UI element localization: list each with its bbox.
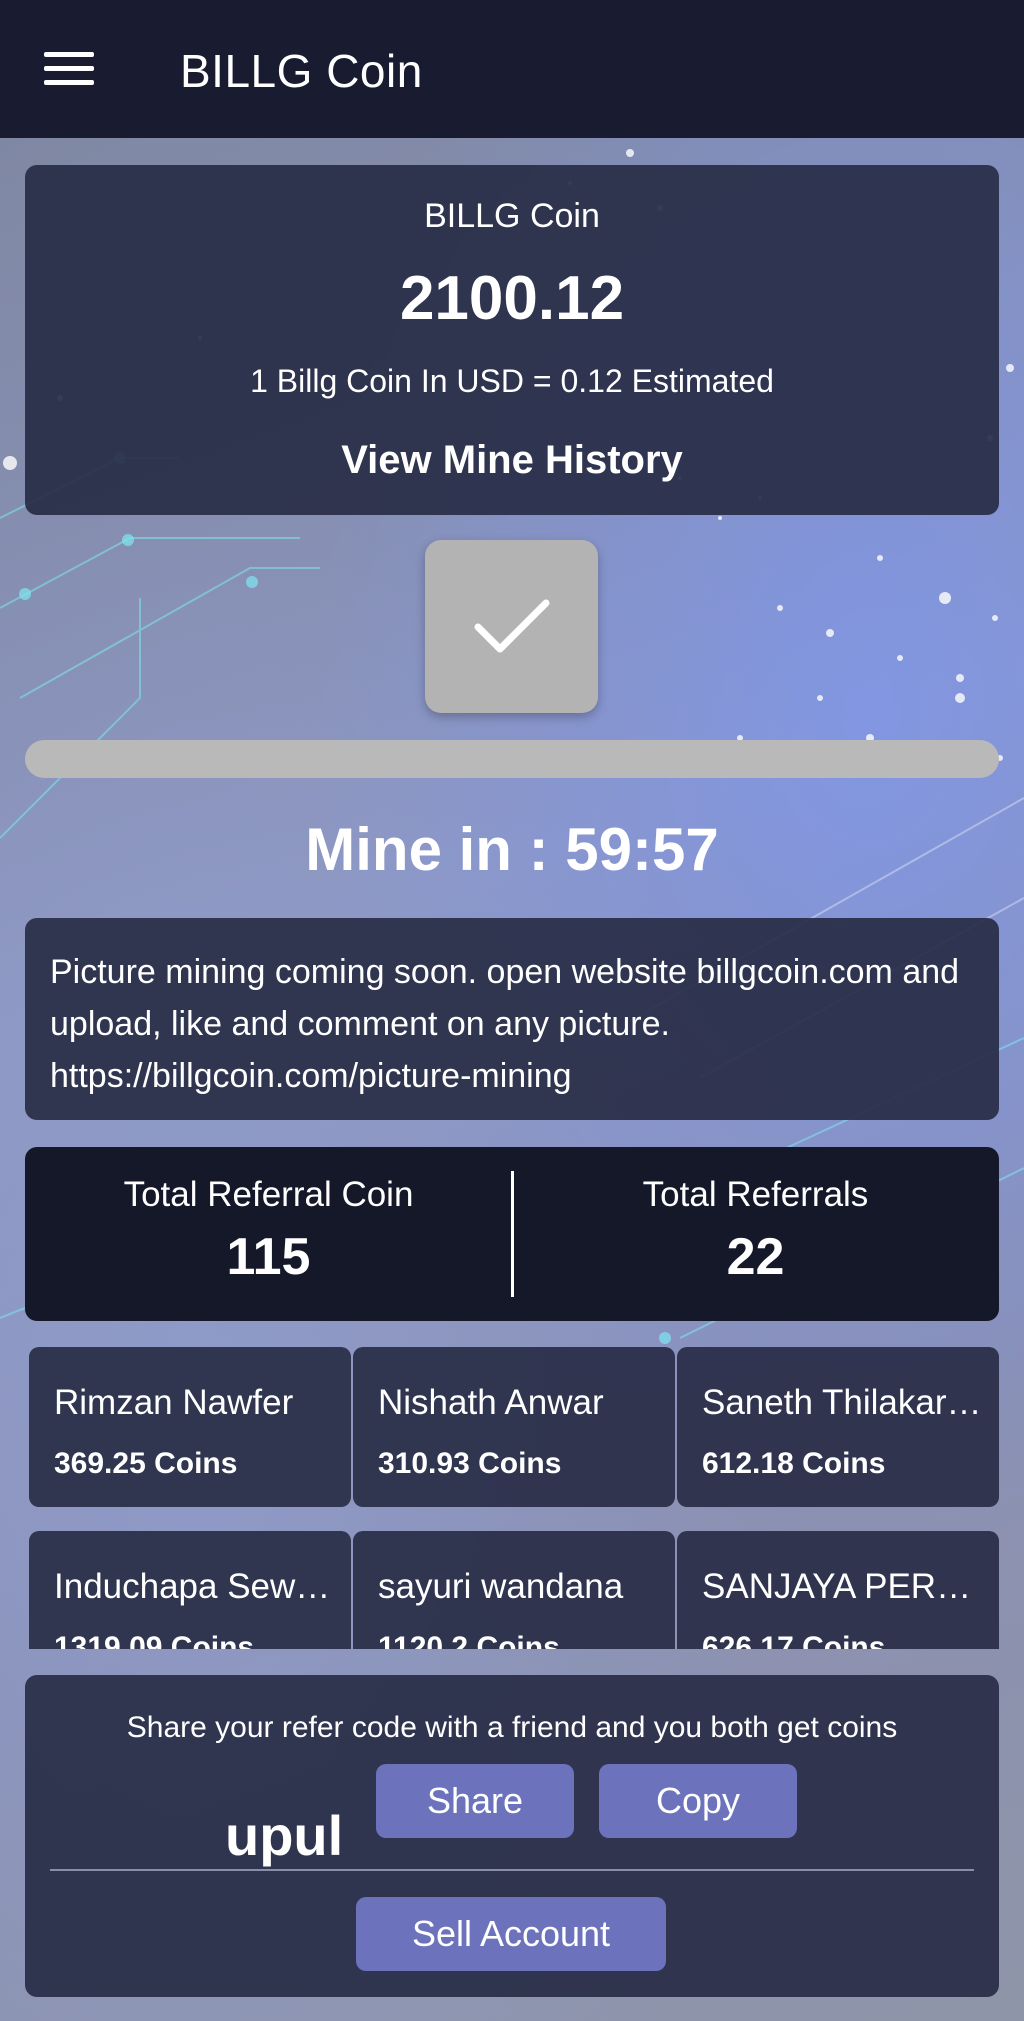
referral-user-card[interactable]: Nishath Anwar 310.93 Coins <box>353 1347 675 1507</box>
balance-amount: 2100.12 <box>399 264 625 333</box>
referral-user-coins: 1120.2 Coins <box>378 1631 560 1649</box>
total-referrals: Total Referrals 22 <box>512 1175 999 1287</box>
total-referral-coin-value: 115 <box>226 1228 311 1286</box>
notice-card: Picture mining coming soon. open website… <box>25 918 999 1120</box>
refer-code: upul <box>225 1804 344 1867</box>
referral-user-name: Rimzan Nawfer <box>54 1383 294 1422</box>
referral-user-card[interactable]: Rimzan Nawfer 369.25 Coins <box>29 1347 351 1507</box>
referral-user-card[interactable]: sayuri wandana 1120.2 Coins <box>353 1531 675 1649</box>
checkmark-icon <box>474 599 549 652</box>
mine-progress-bar <box>25 740 999 778</box>
total-referral-coin: Total Referral Coin 115 <box>25 1175 512 1287</box>
usd-rate-text: 1 Billg Coin In USD = 0.12 Estimated <box>250 363 774 399</box>
share-button[interactable]: Share <box>376 1764 574 1838</box>
referral-users-grid[interactable]: Rimzan Nawfer 369.25 Coins Nishath Anwar… <box>25 1347 999 1649</box>
divider <box>50 1869 974 1871</box>
referral-stats-card: Total Referral Coin 115 Total Referrals … <box>25 1147 999 1321</box>
view-mine-history-link[interactable]: View Mine History <box>25 438 999 483</box>
referral-user-coins: 1319.09 Coins <box>54 1631 255 1649</box>
referral-user-name: Saneth Thilakaratne <box>702 1383 987 1422</box>
total-referrals-value: 22 <box>726 1228 785 1286</box>
hamburger-menu-icon[interactable] <box>44 52 94 86</box>
app-bar: BILLG Coin <box>0 0 1024 138</box>
referral-user-card[interactable]: Induchapa Sewwandi 1319.09 Coins <box>29 1531 351 1649</box>
referral-user-name: sayuri wandana <box>378 1567 624 1606</box>
total-referral-coin-label: Total Referral Coin <box>123 1175 414 1214</box>
mine-timer: Mine in : 59:57 <box>305 816 719 883</box>
copy-button[interactable]: Copy <box>599 1764 797 1838</box>
share-card: Share your refer code with a friend and … <box>25 1675 999 1997</box>
referral-user-name: Induchapa Sewwandi <box>54 1567 339 1606</box>
referral-user-card[interactable]: Saneth Thilakaratne 612.18 Coins <box>677 1347 999 1507</box>
referral-user-coins: 310.93 Coins <box>378 1447 562 1480</box>
referral-user-name: Nishath Anwar <box>378 1383 604 1422</box>
total-referrals-label: Total Referrals <box>642 1175 869 1214</box>
referral-user-coins: 612.18 Coins <box>702 1447 886 1480</box>
balance-card: BILLG Coin 2100.12 1 Billg Coin In USD =… <box>25 165 999 515</box>
referral-user-coins: 369.25 Coins <box>54 1447 238 1480</box>
referral-user-card[interactable]: SANJAYA PERERA 626.17 Coins <box>677 1531 999 1649</box>
referral-user-name: SANJAYA PERERA <box>702 1567 987 1606</box>
sell-account-button[interactable]: Sell Account <box>356 1897 666 1971</box>
notice-text: Picture mining coming soon. open website… <box>50 953 960 1095</box>
balance-title: BILLG Coin <box>424 197 600 235</box>
mine-button[interactable] <box>425 540 598 713</box>
share-instructions: Share your refer code with a friend and … <box>126 1711 898 1744</box>
referral-user-coins: 626.17 Coins <box>702 1631 886 1649</box>
app-title: BILLG Coin <box>180 45 423 97</box>
